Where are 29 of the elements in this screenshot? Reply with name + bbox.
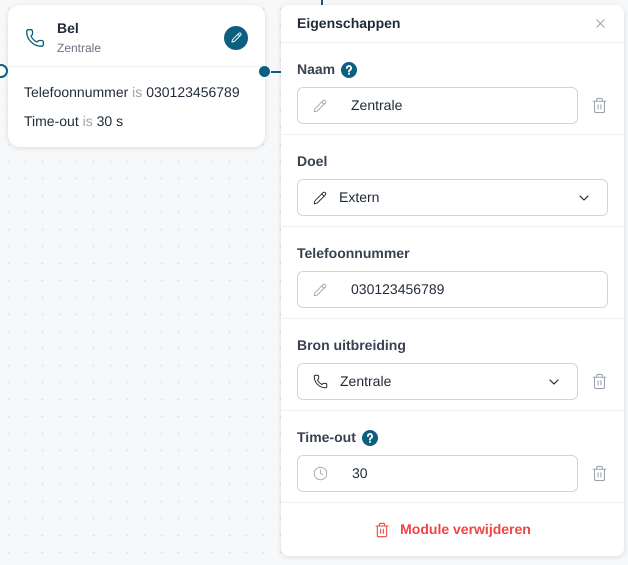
node-title: Bel bbox=[57, 19, 80, 38]
input-field[interactable]: 030123456789 bbox=[297, 271, 608, 308]
input-field[interactable]: 30 bbox=[297, 455, 578, 492]
select-field[interactable]: Zentrale bbox=[297, 363, 578, 400]
help-icon[interactable] bbox=[362, 430, 378, 446]
field-label: Naam bbox=[297, 60, 336, 79]
field-label: Telefoonnummer bbox=[297, 244, 410, 263]
pencil-icon bbox=[313, 98, 327, 112]
edit-button[interactable] bbox=[224, 26, 248, 50]
clock-icon bbox=[313, 466, 328, 481]
pencil-icon bbox=[313, 190, 327, 204]
help-icon[interactable] bbox=[341, 62, 358, 78]
node-subtitle: Zentrale bbox=[57, 40, 102, 57]
trash-icon bbox=[374, 522, 390, 538]
node-property: Time-out is 30 s bbox=[24, 112, 124, 131]
delete-module-button[interactable]: Module verwijderen bbox=[374, 519, 531, 540]
node-card[interactable]: Bel Zentrale Telefoonnummer is 030123456789 Time-out is 30 s bbox=[8, 5, 265, 147]
phone-icon bbox=[25, 28, 45, 48]
field-label: Doel bbox=[297, 152, 328, 171]
field-label: Time-out bbox=[297, 428, 356, 447]
panel-title: Eigenschappen bbox=[297, 14, 400, 33]
pencil-icon bbox=[230, 32, 242, 43]
phone-icon bbox=[313, 374, 328, 389]
pencil-icon bbox=[313, 282, 327, 296]
node-property: Telefoonnummer is 030123456789 bbox=[24, 83, 241, 102]
output-handle[interactable] bbox=[258, 65, 271, 78]
input-field[interactable]: Zentrale bbox=[297, 87, 578, 124]
select-field[interactable]: Extern bbox=[297, 179, 608, 216]
field-label: Bron uitbreiding bbox=[297, 336, 406, 355]
